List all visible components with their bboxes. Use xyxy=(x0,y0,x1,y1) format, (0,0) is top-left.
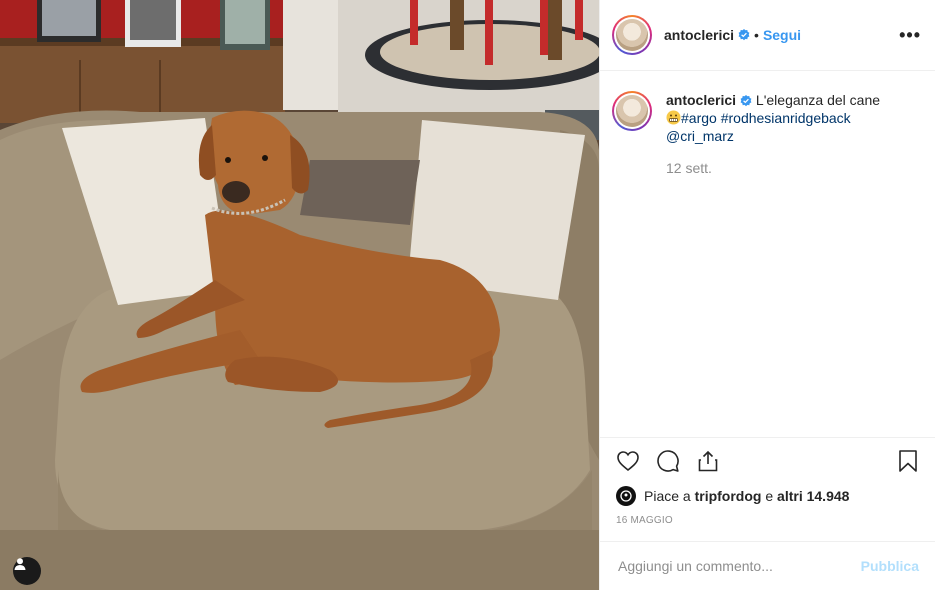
follow-button[interactable]: Segui xyxy=(763,27,801,43)
post-photo[interactable] xyxy=(0,0,599,590)
hashtag-link[interactable]: #argo xyxy=(681,110,717,126)
add-comment-box: Pubblica xyxy=(600,541,935,590)
avatar-ring-inner xyxy=(614,17,650,53)
caption-row: antoclerici L'eleganza del cane #argo #r… xyxy=(612,91,921,177)
user-tag-icon[interactable] xyxy=(13,557,41,585)
dog-on-sofa-image xyxy=(0,0,599,590)
comment-icon[interactable] xyxy=(655,448,681,474)
verified-badge-icon xyxy=(740,95,752,107)
caption-time-ago[interactable]: 12 sett. xyxy=(666,159,891,177)
hashtag-link[interactable]: #rodhesianridgeback xyxy=(721,110,851,126)
caption-username[interactable]: antoclerici xyxy=(666,92,736,108)
likes-prefix: Piace a xyxy=(644,488,695,504)
verified-badge-icon xyxy=(738,29,750,41)
author-avatar[interactable] xyxy=(612,15,652,55)
action-bar xyxy=(600,437,935,483)
more-options-icon[interactable]: ••• xyxy=(899,25,921,46)
caption-text-block: antoclerici L'eleganza del cane #argo #r… xyxy=(666,91,891,177)
post-side-panel: antoclerici • Segui ••• antoclerici L'el… xyxy=(599,0,935,590)
instagram-post: antoclerici • Segui ••• antoclerici L'el… xyxy=(0,0,935,590)
heart-icon[interactable] xyxy=(615,448,641,474)
user-tag-glyph xyxy=(14,558,26,570)
likes-row: Piace a tripfordog e altri 14.948 xyxy=(600,483,935,507)
likes-middle: e xyxy=(761,488,778,504)
caption-avatar[interactable] xyxy=(612,91,652,131)
header-separator: • xyxy=(754,27,759,43)
grimacing-face-icon xyxy=(666,110,681,125)
post-date[interactable]: 16 MAGGIO xyxy=(600,507,935,531)
likes-count[interactable]: altri 14.948 xyxy=(777,488,849,504)
mention-link[interactable]: @cri_marz xyxy=(666,128,734,144)
comments-area: antoclerici L'eleganza del cane #argo #r… xyxy=(600,71,935,437)
comment-input[interactable] xyxy=(616,557,861,575)
avatar-ring-inner xyxy=(614,93,650,129)
caption-text: L'eleganza del cane xyxy=(755,92,881,108)
avatar-image xyxy=(616,19,648,51)
share-icon[interactable] xyxy=(695,448,721,474)
liker-avatar[interactable] xyxy=(616,486,636,506)
avatar-image xyxy=(616,95,648,127)
post-header: antoclerici • Segui ••• xyxy=(600,0,935,71)
liker-username[interactable]: tripfordog xyxy=(695,488,762,504)
author-username[interactable]: antoclerici xyxy=(664,27,734,43)
liker-avatar-glyph xyxy=(620,490,632,502)
likes-text: Piace a tripfordog e altri 14.948 xyxy=(644,488,849,504)
publish-button[interactable]: Pubblica xyxy=(861,558,919,574)
bookmark-icon[interactable] xyxy=(895,448,921,474)
